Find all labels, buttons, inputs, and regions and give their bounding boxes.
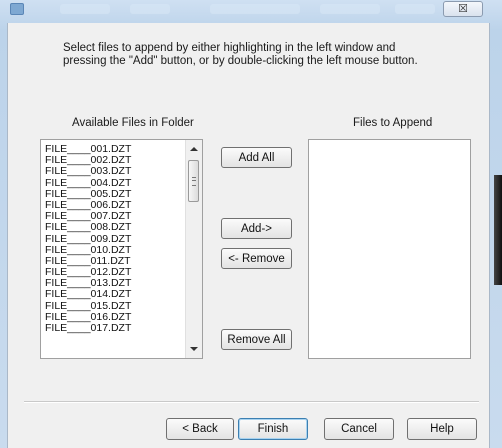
add-all-button[interactable]: Add All [221, 147, 292, 168]
title-blur [130, 4, 170, 14]
footer-divider [24, 401, 479, 403]
grip-icon [192, 177, 196, 186]
remove-button[interactable]: <- Remove [221, 248, 292, 269]
cancel-button[interactable]: Cancel [324, 418, 394, 440]
help-button[interactable]: Help [407, 418, 477, 440]
scrollbar-thumb[interactable] [188, 160, 199, 202]
title-bar: ☒ [0, 0, 502, 22]
instructions-text: Select files to append by either highlig… [63, 42, 418, 67]
scroll-down-arrow-icon[interactable] [190, 347, 198, 351]
list-item[interactable]: FILE____009.DZT [41, 233, 188, 245]
background-window-edge [494, 175, 502, 285]
files-to-append-label: Files to Append [353, 117, 433, 129]
list-item[interactable]: FILE____008.DZT [41, 222, 188, 233]
finish-button[interactable]: Finish [238, 418, 308, 440]
back-button[interactable]: < Back [166, 418, 234, 440]
available-files-listbox[interactable]: FILE____001.DZT FILE____002.DZT FILE____00… [40, 139, 203, 359]
listbox-scrollbar[interactable] [185, 140, 202, 358]
dialog-window: ☒ Select files to append by either highl… [0, 0, 502, 448]
available-files-label: Available Files in Folder [72, 117, 194, 129]
app-icon [10, 3, 24, 15]
available-files-list: FILE____001.DZT FILE____002.DZT FILE____00… [41, 143, 188, 334]
close-button[interactable]: ☒ [443, 1, 483, 17]
files-to-append-listbox[interactable] [308, 139, 471, 359]
title-blur [210, 4, 300, 14]
title-blur [320, 4, 380, 14]
close-icon: ☒ [458, 2, 468, 15]
list-item[interactable]: FILE____014.DZT [41, 289, 188, 300]
title-blur [60, 4, 110, 14]
title-blur [395, 4, 435, 14]
list-item[interactable]: FILE____003.DZT [41, 166, 188, 177]
remove-all-button[interactable]: Remove All [221, 329, 292, 350]
list-item[interactable]: FILE____017.DZT [41, 322, 188, 334]
add-button[interactable]: Add-> [221, 218, 292, 239]
scroll-up-arrow-icon[interactable] [190, 147, 198, 151]
